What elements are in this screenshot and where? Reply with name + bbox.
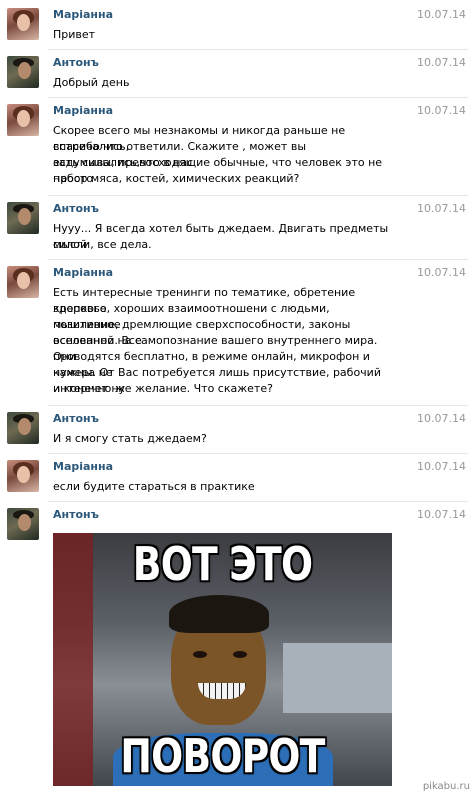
message-date: 10.07.14 — [417, 56, 466, 69]
message-author[interactable]: Антонъ — [53, 508, 99, 521]
message-text-line: если будите стараться в практике — [53, 480, 255, 493]
message-text-line: Добрый день — [53, 76, 130, 89]
female-avatar[interactable] — [7, 8, 39, 40]
message-text-line: И я смогу стать джедаем? — [53, 432, 207, 445]
message-text-line: мысли, все дела. — [53, 238, 152, 251]
message-date: 10.07.14 — [417, 8, 466, 21]
message-author[interactable]: Маріанна — [53, 104, 113, 117]
female-avatar[interactable] — [7, 266, 39, 298]
female-avatar[interactable] — [7, 460, 39, 492]
female-avatar[interactable] — [7, 104, 39, 136]
message-author[interactable]: Маріанна — [53, 8, 113, 21]
message-divider — [48, 97, 468, 98]
meme-background-screen — [283, 643, 392, 713]
message-divider — [48, 259, 468, 260]
message-text-line: набор мяса, костей, химических реакций? — [53, 172, 300, 185]
message-author[interactable]: Антонъ — [53, 56, 99, 69]
meme-bottom-caption: ПОВОРОТ — [120, 729, 325, 783]
message-author[interactable]: Антонъ — [53, 202, 99, 215]
message-text-line: и конечно же желание. Что скажете? — [53, 382, 273, 395]
message-date: 10.07.14 — [417, 460, 466, 473]
male-avatar[interactable] — [7, 508, 39, 540]
male-avatar[interactable] — [7, 56, 39, 88]
message-author[interactable]: Маріанна — [53, 460, 113, 473]
meme-doll-hair — [169, 595, 269, 633]
message-divider — [48, 195, 468, 196]
message-author[interactable]: Маріанна — [53, 266, 113, 279]
message-date: 10.07.14 — [417, 412, 466, 425]
message-text-line: Привет — [53, 28, 96, 41]
message-date: 10.07.14 — [417, 266, 466, 279]
message-author[interactable]: Антонъ — [53, 412, 99, 425]
meme-doll-eye — [193, 651, 207, 658]
message-date: 10.07.14 — [417, 202, 466, 215]
message-divider — [48, 453, 468, 454]
message-divider — [48, 405, 468, 406]
message-divider — [48, 501, 468, 502]
watermark: pikabu.ru — [422, 781, 470, 792]
meme-image: ВОТ ЭТО ПОВОРОТ — [53, 533, 392, 786]
message-date: 10.07.14 — [417, 508, 466, 521]
male-avatar[interactable] — [7, 202, 39, 234]
message-divider — [48, 49, 468, 50]
male-avatar[interactable] — [7, 412, 39, 444]
message-date: 10.07.14 — [417, 104, 466, 117]
meme-doll-eye — [233, 651, 247, 658]
meme-top-caption: ВОТ ЭТО — [132, 537, 313, 591]
